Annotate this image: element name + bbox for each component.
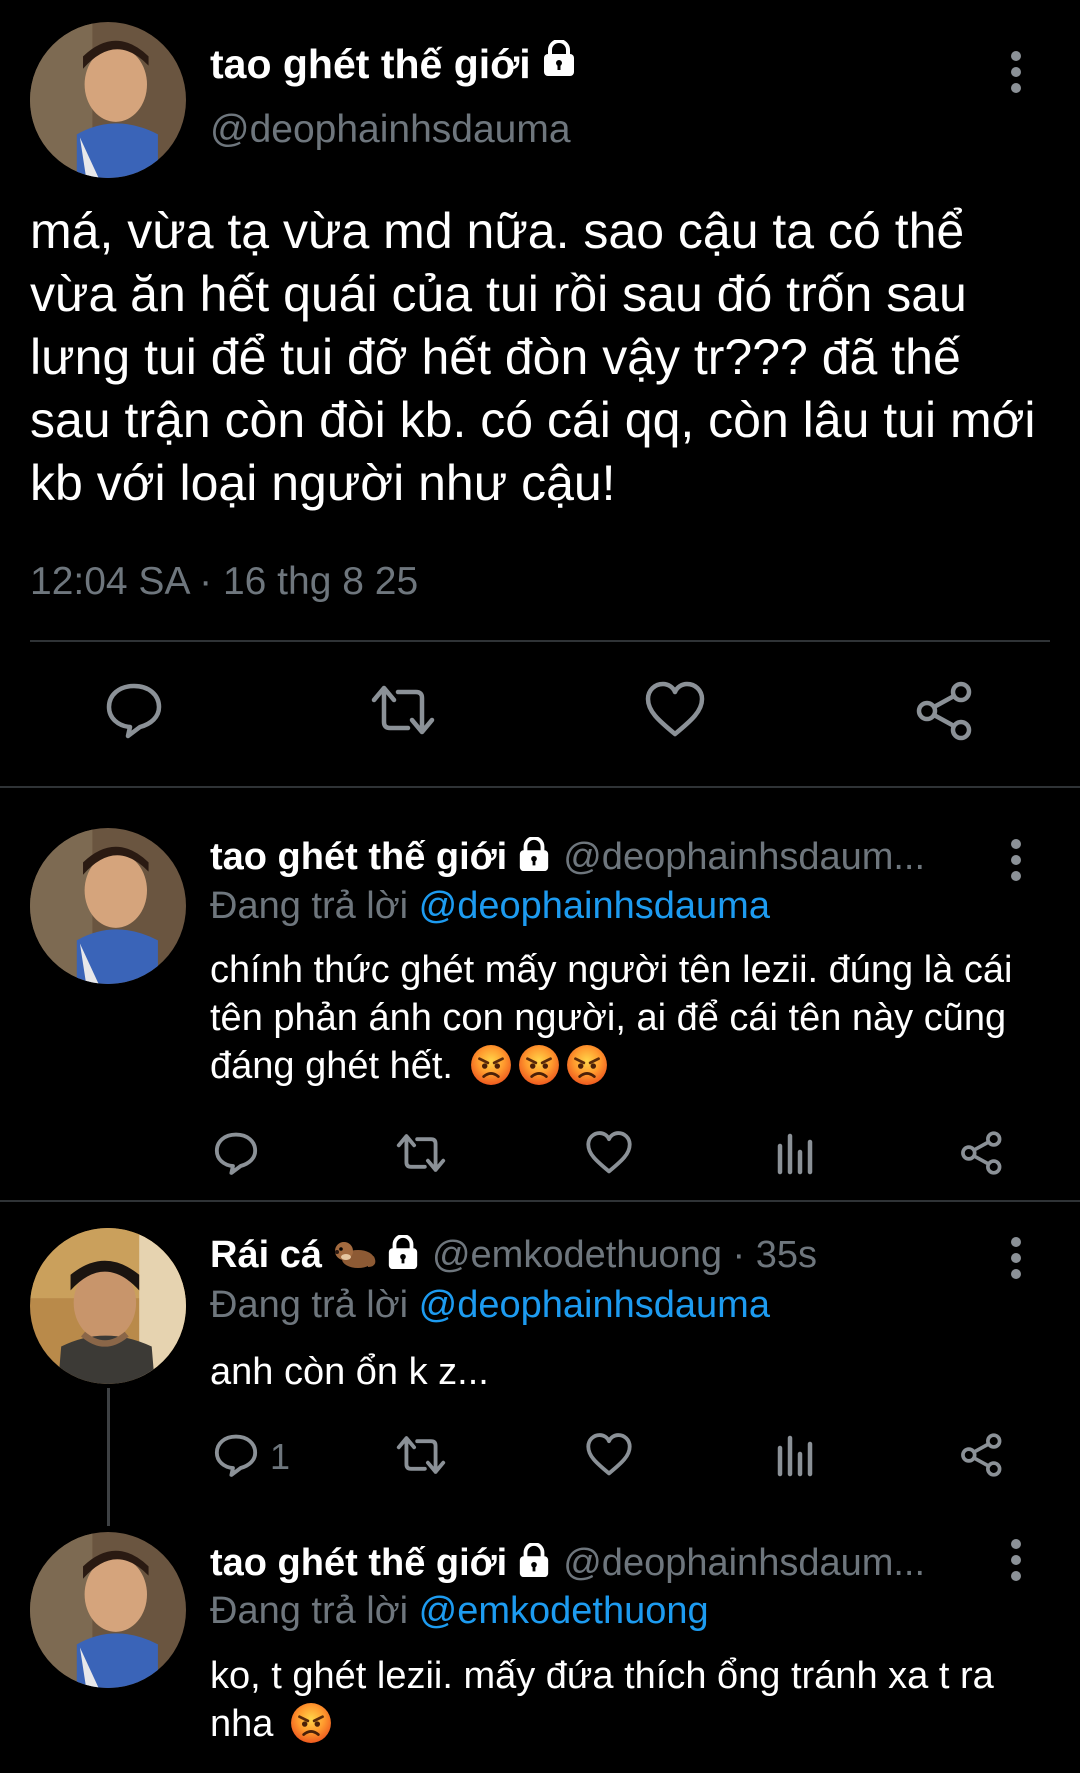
otter-emoji <box>332 1235 376 1276</box>
avatar[interactable] <box>30 828 186 984</box>
lock-icon <box>517 836 551 878</box>
tweet-text: má, vừa tạ vừa md nữa. sao cậu ta có thể… <box>30 203 1050 511</box>
handle[interactable]: @emkodethuong · 35s <box>432 1234 817 1277</box>
reply-icon[interactable] <box>213 1130 259 1176</box>
lock-icon <box>386 1234 420 1276</box>
author-display-name[interactable]: tao ghét thế giới <box>210 39 577 88</box>
reply-text: chính thức ghét mấy người tên lezii. đún… <box>210 946 1050 1098</box>
like-icon[interactable] <box>585 1130 633 1176</box>
mention-link[interactable]: @deophainhsdauma <box>419 885 770 927</box>
retweet-icon[interactable] <box>395 1432 447 1478</box>
angry-emoji <box>565 1043 608 1098</box>
replying-to: Đang trả lời @emkodethuong <box>210 1590 709 1633</box>
main-tweet: tao ghét thế giới @deophainhsdauma má, v… <box>0 0 1080 786</box>
mention-link[interactable]: @emkodethuong <box>419 1590 709 1632</box>
mention-link[interactable]: @deophainhsdauma <box>419 1284 770 1326</box>
share-icon[interactable] <box>960 1130 1004 1176</box>
lock-icon <box>541 39 577 88</box>
more-options-icon[interactable] <box>1010 1236 1022 1280</box>
replying-to-label: Đang trả lời <box>210 885 419 927</box>
reply-tweet[interactable]: Rái cá @emkodethuong · 35s Đang trả lời … <box>0 1202 1080 1532</box>
angry-emoji <box>289 1701 333 1756</box>
handle[interactable]: @deophainhsdaum... <box>563 836 925 879</box>
display-name[interactable]: tao ghét thế giới <box>210 836 507 879</box>
more-options-icon[interactable] <box>1010 838 1022 882</box>
more-options-icon[interactable] <box>1010 1538 1022 1582</box>
share-icon[interactable] <box>915 680 975 742</box>
tweet-timestamp[interactable]: 12:04 SA · 16 thg 8 25 <box>30 560 418 604</box>
replying-to: Đang trả lời @deophainhsdauma <box>210 1284 770 1327</box>
replying-to: Đang trả lời @deophainhsdauma <box>210 885 770 928</box>
avatar[interactable] <box>30 1228 186 1384</box>
reply-text: anh còn ổn k z... <box>210 1351 489 1393</box>
reply-text-content: chính thức ghét mấy người tên lezii. đún… <box>210 949 1013 1087</box>
more-options-icon[interactable] <box>1010 50 1022 94</box>
display-name[interactable]: tao ghét thế giới <box>210 1542 507 1585</box>
tweet-actions <box>0 680 1080 750</box>
like-icon[interactable] <box>644 680 706 740</box>
views-icon[interactable] <box>776 1130 816 1176</box>
views-icon[interactable] <box>776 1432 816 1478</box>
avatar[interactable] <box>30 1532 186 1688</box>
avatar[interactable] <box>30 22 186 178</box>
replying-to-label: Đang trả lời <box>210 1284 419 1326</box>
share-icon[interactable] <box>960 1432 1004 1478</box>
reply-icon[interactable] <box>213 1432 259 1478</box>
like-icon[interactable] <box>585 1432 633 1478</box>
handle[interactable]: @deophainhsdaum... <box>563 1542 925 1585</box>
reply-icon[interactable] <box>104 680 164 740</box>
retweet-icon[interactable] <box>395 1130 447 1176</box>
reply-header: Rái cá @emkodethuong · 35s <box>210 1234 990 1277</box>
display-name[interactable]: Rái cá <box>210 1234 322 1277</box>
angry-emoji <box>469 1043 512 1098</box>
display-name-text: tao ghét thế giới <box>210 40 531 87</box>
retweet-icon[interactable] <box>370 680 436 740</box>
reply-header: tao ghét thế giới @deophainhsdaum... <box>210 1542 990 1585</box>
reply-tweet[interactable]: tao ghét thế giới @deophainhsdaum... Đan… <box>0 788 1080 1200</box>
author-handle[interactable]: @deophainhsdauma <box>210 108 571 152</box>
reply-header: tao ghét thế giới @deophainhsdaum... <box>210 836 990 879</box>
reply-actions: 1 <box>0 1432 1080 1492</box>
reply-actions <box>0 1130 1080 1190</box>
angry-emoji <box>517 1043 560 1098</box>
replying-to-label: Đang trả lời <box>210 1590 419 1632</box>
divider <box>30 640 1050 642</box>
reply-tweet[interactable]: tao ghét thế giới @deophainhsdaum... Đan… <box>0 1532 1080 1773</box>
lock-icon <box>517 1542 551 1584</box>
reply-text: ko, t ghét lezii. mấy đứa thích ổng trán… <box>210 1652 1050 1756</box>
reply-count: 1 <box>270 1436 291 1477</box>
